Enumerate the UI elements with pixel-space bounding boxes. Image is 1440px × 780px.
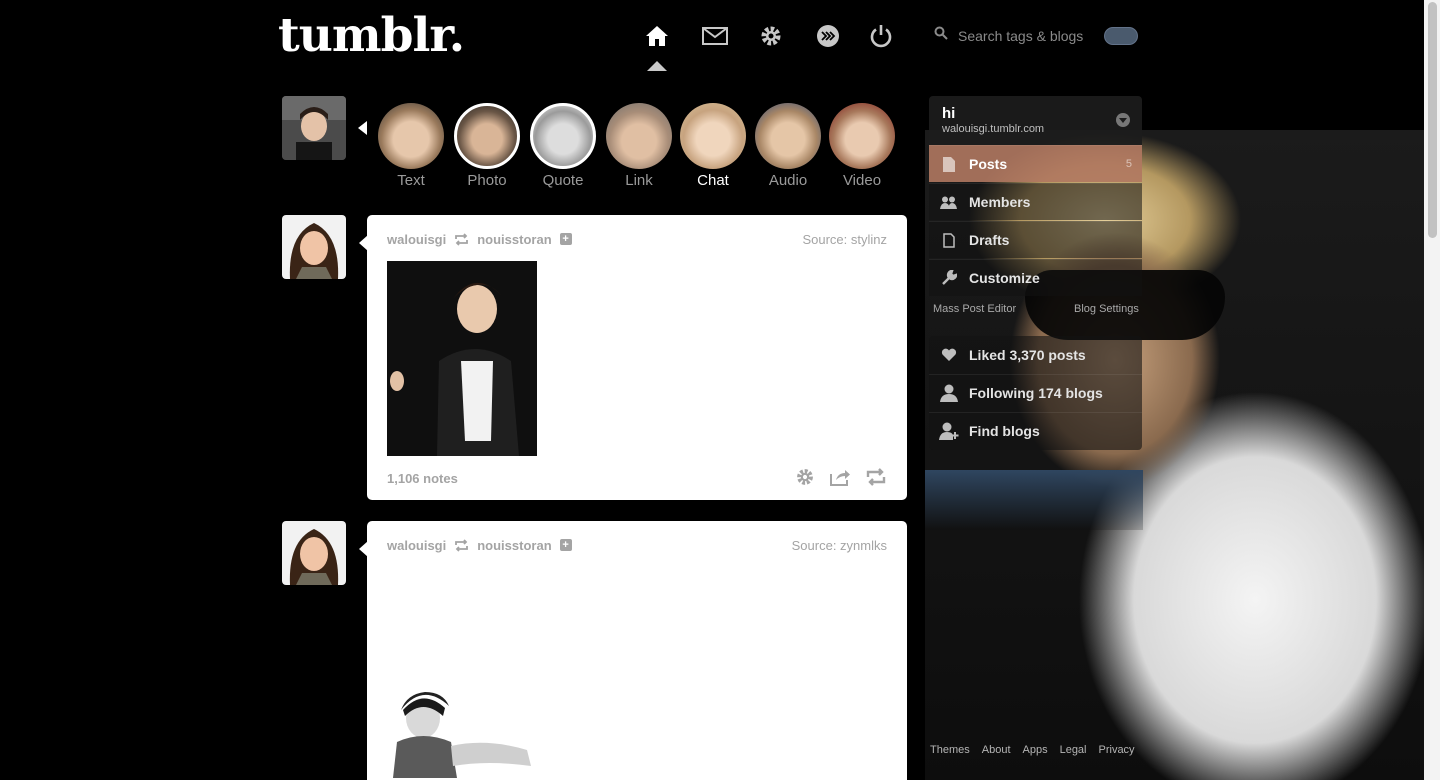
- chat-post-avatar: [680, 103, 746, 169]
- post-settings-gear-icon[interactable]: [795, 467, 815, 492]
- footer-link-legal[interactable]: Legal: [1060, 744, 1087, 756]
- sidebar-item-customize[interactable]: Customize: [929, 259, 1142, 296]
- post-author[interactable]: walouisgi: [387, 538, 446, 553]
- post-type-label: Text: [397, 172, 425, 189]
- blog-settings-link[interactable]: Blog Settings: [1074, 303, 1139, 315]
- scrollbar[interactable]: [1424, 0, 1440, 780]
- gear-icon[interactable]: [757, 22, 785, 50]
- video-post-avatar: [829, 103, 895, 169]
- reblog-action-icon[interactable]: [865, 468, 887, 491]
- document-icon: [929, 156, 969, 172]
- post-type-video[interactable]: Video: [829, 103, 895, 189]
- sidebar-item-label: Posts: [969, 156, 1008, 172]
- sidebar-item-label: Customize: [969, 270, 1040, 286]
- post-type-label: Chat: [697, 172, 729, 189]
- text-post-avatar: [378, 103, 444, 169]
- posts-count-badge: 5: [1125, 158, 1132, 170]
- post-type-pointer: [358, 121, 367, 135]
- post-photo[interactable]: [387, 261, 537, 456]
- sidebar-gradient: [925, 470, 1143, 530]
- add-person-icon: [929, 422, 969, 440]
- power-icon[interactable]: [867, 22, 895, 50]
- post-author[interactable]: walouisgi: [387, 232, 446, 247]
- post-source[interactable]: Source: zynmlks: [792, 538, 887, 553]
- active-nav-pointer: [647, 61, 667, 71]
- post-header: walouisgi nouisstoran + Source: zynmlks: [387, 537, 887, 553]
- blog-switcher[interactable]: hi walouisgi.tumblr.com: [929, 96, 1142, 145]
- sidebar-item-drafts[interactable]: Drafts: [929, 221, 1142, 258]
- footer-link-apps[interactable]: Apps: [1023, 744, 1048, 756]
- post-type-quote[interactable]: Quote: [530, 103, 596, 189]
- post-type-label: Quote: [542, 172, 584, 189]
- sidebar-item-label: Liked 3,370 posts: [969, 346, 1086, 363]
- sidebar-item-members[interactable]: Members: [929, 183, 1142, 220]
- post-type-chat[interactable]: Chat: [680, 103, 746, 189]
- post-source[interactable]: Source: stylinz: [802, 232, 887, 247]
- sidebar-item-label: Find blogs: [969, 423, 1040, 439]
- blog-dropdown-chevron-icon[interactable]: [1116, 113, 1130, 127]
- footer-links: Themes About Apps Legal Privacy: [930, 744, 1135, 756]
- search-bar[interactable]: Search tags & blogs: [934, 26, 1083, 45]
- sidebar-item-label: Following 174 blogs: [969, 385, 1103, 401]
- person-icon: [929, 384, 969, 402]
- sidebar-item-following[interactable]: Following 174 blogs: [929, 374, 1142, 411]
- post-actions: [795, 467, 887, 492]
- post-type-label: Photo: [467, 172, 507, 189]
- post-photo[interactable]: [387, 686, 537, 778]
- reblogged-from-user[interactable]: nouisstoran: [477, 232, 551, 247]
- members-icon: [929, 196, 969, 209]
- sidebar-item-posts[interactable]: Posts 5: [929, 145, 1142, 182]
- radar-icon[interactable]: [814, 22, 842, 50]
- mass-post-editor-link[interactable]: Mass Post Editor: [933, 303, 1016, 315]
- sidebar-item-likes[interactable]: Liked 3,370 posts: [929, 336, 1142, 373]
- blog-title: hi: [942, 105, 956, 122]
- link-post-avatar: [606, 103, 672, 169]
- footer-link-themes[interactable]: Themes: [930, 744, 970, 756]
- my-avatar[interactable]: [282, 96, 346, 160]
- reblog-icon: [454, 538, 469, 552]
- footer-link-about[interactable]: About: [982, 744, 1011, 756]
- heart-icon: [929, 348, 969, 362]
- search-input[interactable]: Search tags & blogs: [958, 28, 1083, 44]
- scrollbar-thumb[interactable]: [1428, 2, 1437, 238]
- search-icon: [934, 26, 948, 45]
- follow-plus-icon[interactable]: +: [559, 233, 572, 245]
- blog-url[interactable]: walouisgi.tumblr.com: [942, 123, 1044, 135]
- reblog-icon: [454, 232, 469, 246]
- draft-icon: [929, 232, 969, 248]
- follow-plus-icon[interactable]: +: [559, 539, 572, 551]
- post-type-photo[interactable]: Photo: [454, 103, 520, 189]
- post-type-label: Link: [625, 172, 653, 189]
- post-author-avatar[interactable]: [282, 215, 346, 279]
- home-icon[interactable]: [643, 22, 671, 50]
- sidebar-item-find-blogs[interactable]: Find blogs: [929, 412, 1142, 449]
- post-type-label: Video: [842, 172, 882, 189]
- tumblr-logo[interactable]: tumblr.: [278, 8, 465, 63]
- post-card: walouisgi nouisstoran + Source: zynmlks: [367, 521, 907, 780]
- post-type-link[interactable]: Link: [606, 103, 672, 189]
- audio-post-avatar: [755, 103, 821, 169]
- post-card: walouisgi nouisstoran + Source: stylinz …: [367, 215, 907, 500]
- share-icon[interactable]: [829, 468, 851, 491]
- sidebar-item-label: Drafts: [969, 232, 1010, 248]
- mail-icon[interactable]: [701, 22, 729, 50]
- reblogged-from-user[interactable]: nouisstoran: [477, 538, 551, 553]
- sidebar-item-label: Members: [969, 194, 1031, 210]
- post-author-avatar[interactable]: [282, 521, 346, 585]
- post-notes[interactable]: 1,106 notes: [387, 471, 458, 486]
- post-type-audio[interactable]: Audio: [755, 103, 821, 189]
- search-toggle[interactable]: [1104, 27, 1138, 45]
- wrench-icon: [929, 270, 969, 286]
- photo-post-avatar: [454, 103, 520, 169]
- footer-link-privacy[interactable]: Privacy: [1099, 744, 1135, 756]
- post-header: walouisgi nouisstoran + Source: stylinz: [387, 231, 887, 247]
- post-type-label: Audio: [768, 172, 808, 189]
- post-type-text[interactable]: Text: [378, 103, 444, 189]
- quote-post-avatar: [530, 103, 596, 169]
